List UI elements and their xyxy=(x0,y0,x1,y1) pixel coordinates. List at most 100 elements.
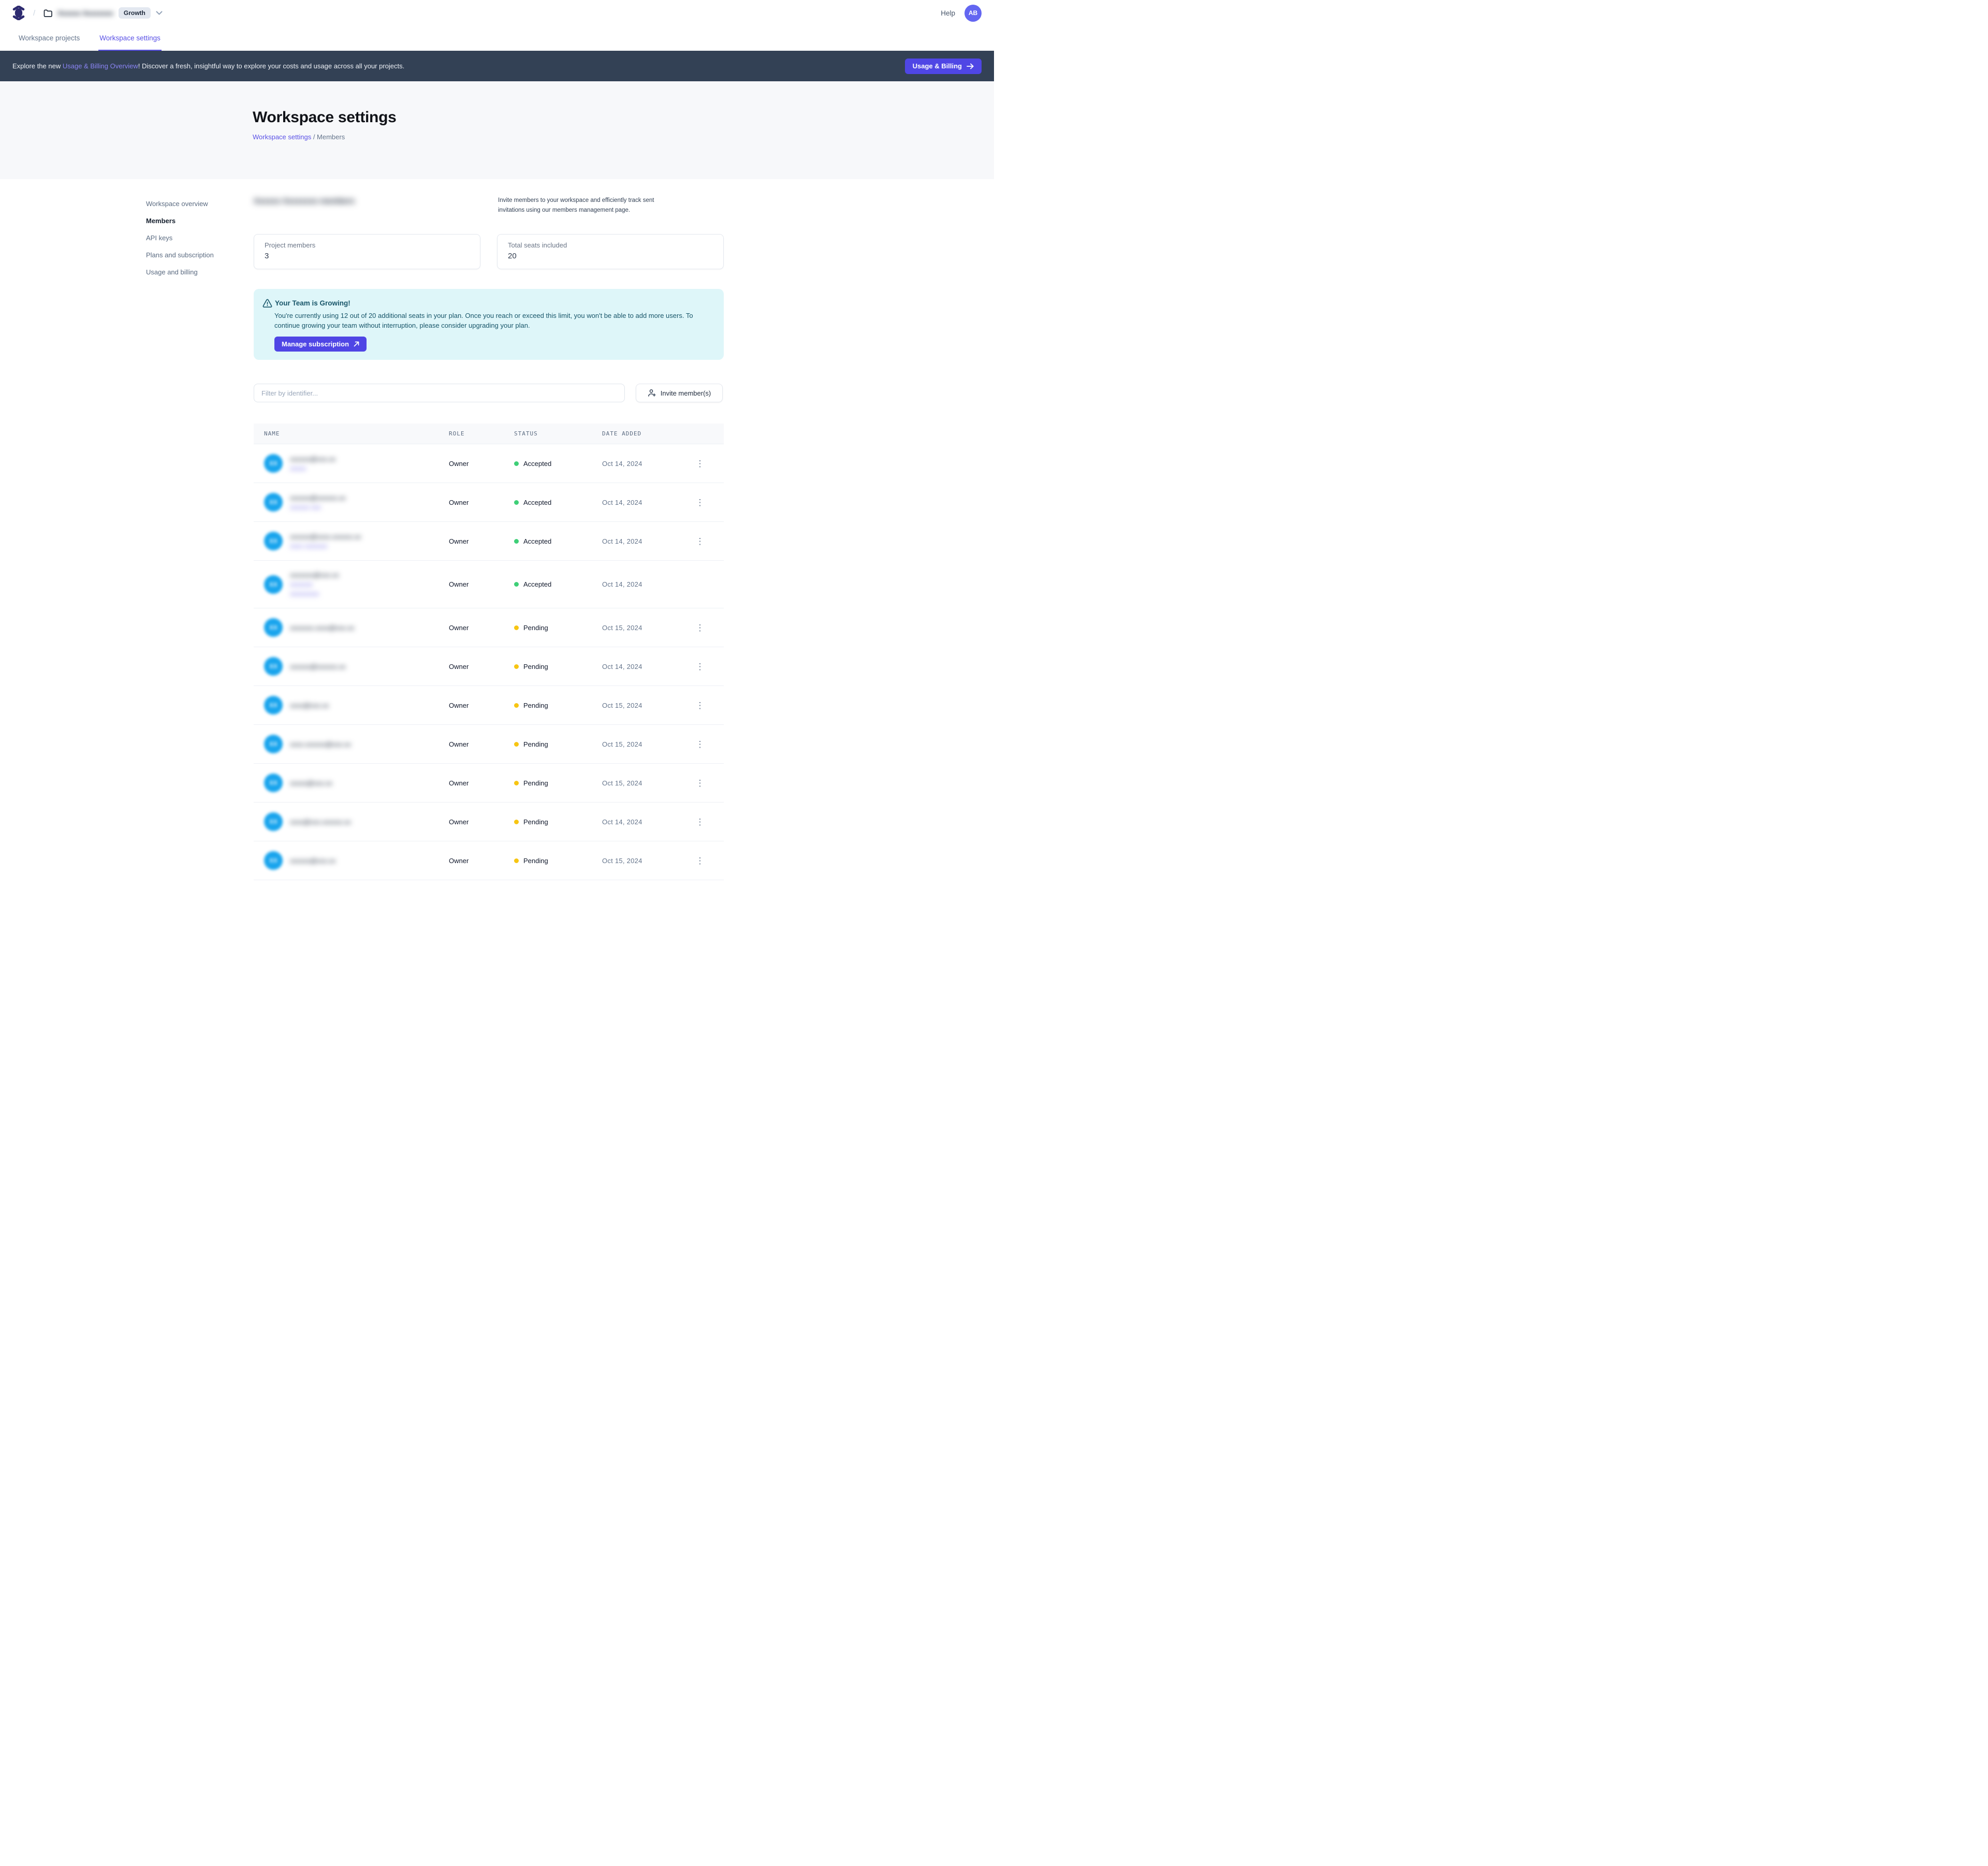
member-status: Pending xyxy=(514,857,602,865)
member-name-cell: XX xxxxxx@xxx.xx xyxy=(264,851,449,870)
member-status: Pending xyxy=(514,624,602,632)
member-date-added: Oct 15, 2024 xyxy=(602,702,693,709)
status-dot-icon xyxy=(514,500,519,505)
user-avatar[interactable]: AB xyxy=(964,5,982,22)
table-row: XX xxxx@xxx.xxxxxx.xx Owner Pending Oct … xyxy=(254,802,724,841)
member-avatar: XX xyxy=(264,812,283,831)
member-email: xxxxxxx@xxx.xx xyxy=(290,571,339,579)
banner-text: Explore the new Usage & Billing Overview… xyxy=(12,62,404,70)
member-date-added: Oct 15, 2024 xyxy=(602,857,693,865)
member-name-cell: XX xxxxx@xxx.xx xyxy=(264,774,449,792)
manage-subscription-button[interactable]: Manage subscription xyxy=(274,337,367,352)
tab-workspace-projects[interactable]: Workspace projects xyxy=(18,26,81,51)
member-date-added: Oct 15, 2024 xyxy=(602,624,693,632)
app-logo-icon[interactable] xyxy=(12,6,25,20)
status-dot-icon xyxy=(514,664,519,669)
member-status: Pending xyxy=(514,818,602,826)
member-display-name[interactable]: xxxxxx xxx xyxy=(290,504,346,511)
status-dot-icon xyxy=(514,781,519,785)
member-email: xxxxxx@xxxx.xxxxxx.xx xyxy=(290,533,361,541)
member-name-cell: XX xxxxxx@xxxxxx.xx xyxy=(264,657,449,676)
filter-input[interactable] xyxy=(254,384,625,402)
col-role: ROLE xyxy=(449,430,514,437)
sidebar-item-api-keys[interactable]: API keys xyxy=(146,233,214,243)
member-email: xxxx@xxx.xxxxxx.xx xyxy=(290,818,351,826)
status-text: Pending xyxy=(523,702,548,709)
table-row: XX xxxxx@xxx.xx Owner Pending Oct 15, 20… xyxy=(254,763,724,802)
member-name-cell: XX xxxx@xxx.xxxxxx.xx xyxy=(264,812,449,831)
member-role: Owner xyxy=(449,499,514,506)
member-name-cell: XX xxxxxx@xxxx.xxxxxx.xx xxxx xxxxxxx xyxy=(264,532,449,550)
member-stats: Project members 3 Total seats included 2… xyxy=(254,234,724,269)
usage-billing-button[interactable]: Usage & Billing xyxy=(905,59,982,74)
usage-billing-overview-link[interactable]: Usage & Billing Overview xyxy=(63,62,138,70)
status-dot-icon xyxy=(514,820,519,824)
member-email: xxxx.xxxxxx@xxx.xx xyxy=(290,740,351,748)
row-menu-button[interactable]: ⋮ xyxy=(693,853,707,868)
member-status: Pending xyxy=(514,702,602,709)
member-email: xxxxxx@xxxxxx.xx xyxy=(290,494,346,502)
page-header: Workspace settings Workspace settings / … xyxy=(0,81,994,179)
member-date-added: Oct 14, 2024 xyxy=(602,818,693,826)
sidebar-item-members[interactable]: Members xyxy=(146,216,214,226)
member-email: xxxxxxx.xxxx@xxx.xx xyxy=(290,624,354,632)
tab-workspace-settings[interactable]: Workspace settings xyxy=(98,26,162,51)
member-status: Accepted xyxy=(514,537,602,545)
row-menu-button[interactable]: ⋮ xyxy=(693,698,707,712)
table-row: XX xxxxxxx@xxx.xx xxxxxxx xxxxxxxxx Owne… xyxy=(254,560,724,608)
member-display-name[interactable]: xxxx xxxxxxx xyxy=(290,543,361,550)
row-menu-button[interactable]: ⋮ xyxy=(693,495,707,509)
member-avatar: XX xyxy=(264,532,283,550)
row-menu-button[interactable]: ⋮ xyxy=(693,534,707,548)
member-display-name[interactable]: xxxxx xyxy=(290,465,335,472)
stat-value: 20 xyxy=(508,252,713,260)
row-menu-button[interactable]: ⋮ xyxy=(693,620,707,635)
sidebar-item-plans-and-subscription[interactable]: Plans and subscription xyxy=(146,250,214,260)
breadcrumb-separator: / xyxy=(33,9,35,18)
member-display-name-2[interactable]: xxxxxxxxx xyxy=(290,590,339,597)
member-date-added: Oct 14, 2024 xyxy=(602,537,693,545)
member-avatar: XX xyxy=(264,774,283,792)
row-menu-button[interactable]: ⋮ xyxy=(693,659,707,674)
breadcrumb-settings-link[interactable]: Workspace settings xyxy=(253,133,311,141)
alert-title: Your Team is Growing! xyxy=(275,299,350,307)
row-menu-button[interactable]: ⋮ xyxy=(693,737,707,751)
member-status: Pending xyxy=(514,663,602,670)
total-seats-card: Total seats included 20 xyxy=(497,234,724,269)
members-section-heading: Xxxxxx Xxxxxxxx members xyxy=(254,197,355,206)
member-date-added: Oct 14, 2024 xyxy=(602,460,693,468)
member-date-added: Oct 14, 2024 xyxy=(602,663,693,670)
folder-icon xyxy=(43,9,52,17)
help-link[interactable]: Help xyxy=(941,9,955,17)
settings-sidebar: Workspace overview Members API keys Plans a… xyxy=(146,199,214,278)
row-menu-button[interactable]: ⋮ xyxy=(693,814,707,829)
stat-label: Project members xyxy=(265,241,470,249)
row-menu-button[interactable]: ⋮ xyxy=(693,456,707,471)
member-status: Pending xyxy=(514,740,602,748)
sidebar-item-usage-and-billing[interactable]: Usage and billing xyxy=(146,267,214,278)
status-text: Accepted xyxy=(523,499,551,506)
external-link-icon xyxy=(354,341,359,347)
member-role: Owner xyxy=(449,537,514,545)
sidebar-item-workspace-overview[interactable]: Workspace overview xyxy=(146,199,214,209)
member-display-name[interactable]: xxxxxxx xyxy=(290,581,339,588)
table-row: XX xxxxxx@xxxxxx.xx Owner Pending Oct 14… xyxy=(254,647,724,686)
workspace-name[interactable]: Xxxxxx Xxxxxxxx xyxy=(57,9,113,17)
chevron-down-icon[interactable] xyxy=(156,11,163,15)
member-email: xxxxx@xxx.xx xyxy=(290,779,332,787)
row-menu-button[interactable]: ⋮ xyxy=(693,776,707,790)
member-name-cell: XX xxxxxx@xxx.xx xxxxx xyxy=(264,454,449,473)
member-role: Owner xyxy=(449,702,514,709)
stat-label: Total seats included xyxy=(508,241,713,249)
member-role: Owner xyxy=(449,740,514,748)
primary-tabs: Workspace projects Workspace settings xyxy=(0,26,994,51)
status-dot-icon xyxy=(514,461,519,466)
table-row: XX xxxx@xxx.xx Owner Pending Oct 15, 202… xyxy=(254,686,724,724)
member-email: xxxxxx@xxx.xx xyxy=(290,455,335,463)
plan-badge: Growth xyxy=(119,7,151,19)
invite-members-button[interactable]: Invite member(s) xyxy=(636,384,723,402)
status-dot-icon xyxy=(514,858,519,863)
member-role: Owner xyxy=(449,857,514,865)
member-status: Accepted xyxy=(514,580,602,588)
status-text: Pending xyxy=(523,818,548,826)
